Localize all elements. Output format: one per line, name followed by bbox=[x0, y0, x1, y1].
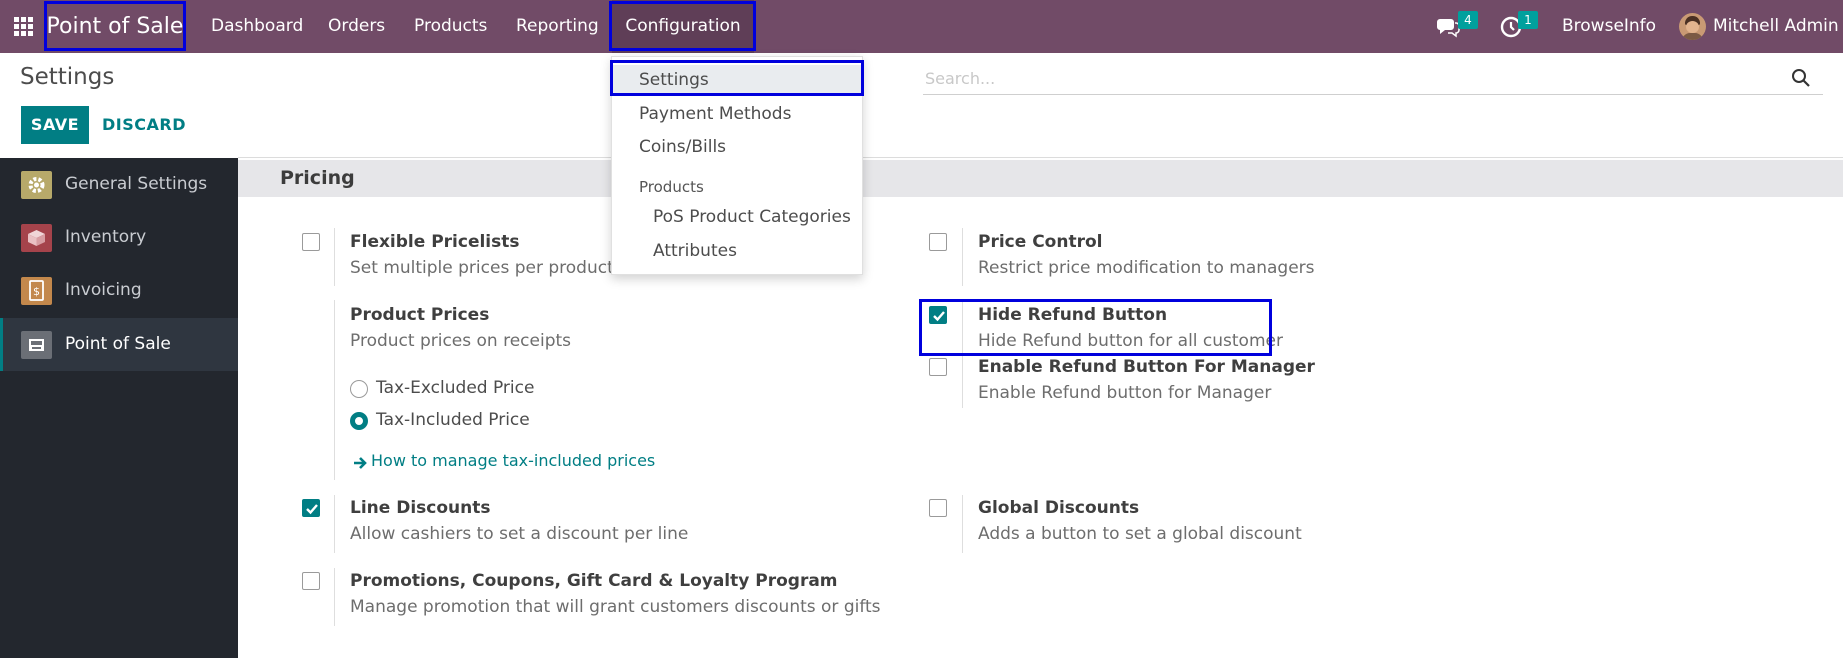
tax-excluded-radio[interactable] bbox=[350, 380, 368, 398]
avatar[interactable] bbox=[1679, 13, 1706, 40]
sidebar-item-general-settings[interactable]: General Settings bbox=[0, 158, 238, 211]
promotions-title: Promotions, Coupons, Gift Card & Loyalty… bbox=[350, 571, 838, 591]
divider bbox=[334, 300, 335, 480]
dropdown-item-pos-categories[interactable]: PoS Product Categories bbox=[612, 202, 862, 232]
highlight-box bbox=[609, 1, 756, 51]
highlight-box bbox=[610, 60, 864, 96]
flexible-pricelists-checkbox[interactable] bbox=[302, 233, 320, 251]
invoice-icon: $ bbox=[21, 277, 52, 305]
box-icon bbox=[21, 224, 52, 252]
sidebar-item-point-of-sale[interactable]: Point of Sale bbox=[0, 318, 238, 371]
sidebar-item-label: Invoicing bbox=[65, 280, 142, 300]
sidebar-item-inventory[interactable]: Inventory bbox=[0, 211, 238, 264]
menu-dashboard[interactable]: Dashboard bbox=[211, 0, 303, 53]
tax-included-label: Tax-Included Price bbox=[376, 410, 530, 430]
promotions-checkbox[interactable] bbox=[302, 572, 320, 590]
search-icon[interactable] bbox=[1791, 68, 1811, 88]
top-navbar: Point of Sale Dashboard Orders Products … bbox=[0, 0, 1843, 53]
user-menu[interactable]: Mitchell Admin bbox=[1713, 0, 1839, 53]
svg-text:$: $ bbox=[33, 285, 40, 298]
product-prices-desc: Product prices on receipts bbox=[350, 331, 572, 351]
enable-refund-manager-title: Enable Refund Button For Manager bbox=[978, 357, 1315, 377]
price-control-desc: Restrict price modification to managers bbox=[978, 258, 1315, 278]
apps-menu-icon[interactable] bbox=[14, 17, 34, 37]
price-control-title: Price Control bbox=[978, 232, 1103, 252]
page-title: Settings bbox=[20, 64, 115, 90]
sidebar-item-label: Inventory bbox=[65, 227, 147, 247]
activities-badge: 1 bbox=[1518, 11, 1538, 29]
highlight-box bbox=[44, 1, 186, 51]
enable-refund-manager-checkbox[interactable] bbox=[929, 358, 947, 376]
dropdown-item-payment-methods[interactable]: Payment Methods bbox=[612, 99, 862, 129]
line-discounts-checkbox[interactable] bbox=[302, 499, 320, 517]
messages-badge: 4 bbox=[1458, 11, 1478, 29]
tax-excluded-label: Tax-Excluded Price bbox=[376, 378, 535, 398]
search-bar bbox=[923, 62, 1823, 95]
company-switcher[interactable]: BrowseInfo bbox=[1562, 0, 1656, 53]
divider bbox=[962, 495, 963, 553]
menu-products[interactable]: Products bbox=[414, 0, 487, 53]
highlight-box bbox=[919, 299, 1272, 356]
global-discounts-desc: Adds a button to set a global discount bbox=[978, 524, 1302, 544]
menu-orders[interactable]: Orders bbox=[328, 0, 385, 53]
global-discounts-checkbox[interactable] bbox=[929, 499, 947, 517]
sidebar-item-invoicing[interactable]: $ Invoicing bbox=[0, 264, 238, 317]
product-prices-title: Product Prices bbox=[350, 305, 490, 325]
line-discounts-title: Line Discounts bbox=[350, 498, 491, 518]
dropdown-group-header: Products bbox=[639, 178, 704, 196]
dropdown-item-attributes[interactable]: Attributes bbox=[612, 236, 862, 266]
line-discounts-desc: Allow cashiers to set a discount per lin… bbox=[350, 524, 689, 544]
divider bbox=[334, 568, 335, 626]
divider bbox=[334, 495, 335, 553]
arrow-right-icon bbox=[353, 455, 369, 469]
flexible-pricelists-desc: Set multiple prices per product, a bbox=[350, 258, 635, 278]
discard-button[interactable]: DISCARD bbox=[102, 106, 186, 144]
save-button[interactable]: SAVE bbox=[21, 106, 89, 144]
divider bbox=[962, 228, 963, 286]
store-icon bbox=[21, 331, 52, 359]
content-divider bbox=[238, 157, 1843, 158]
chat-icon[interactable] bbox=[1436, 16, 1460, 38]
sidebar-item-label: Point of Sale bbox=[65, 334, 171, 354]
tax-help-link[interactable]: How to manage tax-included prices bbox=[371, 451, 655, 470]
enable-refund-manager-desc: Enable Refund button for Manager bbox=[978, 383, 1272, 403]
tax-included-radio[interactable] bbox=[350, 412, 368, 430]
divider bbox=[334, 228, 335, 286]
search-input[interactable] bbox=[923, 66, 1783, 90]
settings-sidebar: General Settings Inventory $ Invoicing P… bbox=[0, 158, 238, 658]
sidebar-item-label: General Settings bbox=[65, 174, 208, 194]
menu-reporting[interactable]: Reporting bbox=[516, 0, 599, 53]
flexible-pricelists-title: Flexible Pricelists bbox=[350, 232, 520, 252]
price-control-checkbox[interactable] bbox=[929, 233, 947, 251]
gear-icon bbox=[21, 171, 52, 199]
section-title: Pricing bbox=[280, 167, 355, 189]
dropdown-item-coins-bills[interactable]: Coins/Bills bbox=[612, 132, 862, 162]
section-header: Pricing bbox=[238, 160, 1843, 197]
global-discounts-title: Global Discounts bbox=[978, 498, 1140, 518]
promotions-desc: Manage promotion that will grant custome… bbox=[350, 597, 881, 617]
